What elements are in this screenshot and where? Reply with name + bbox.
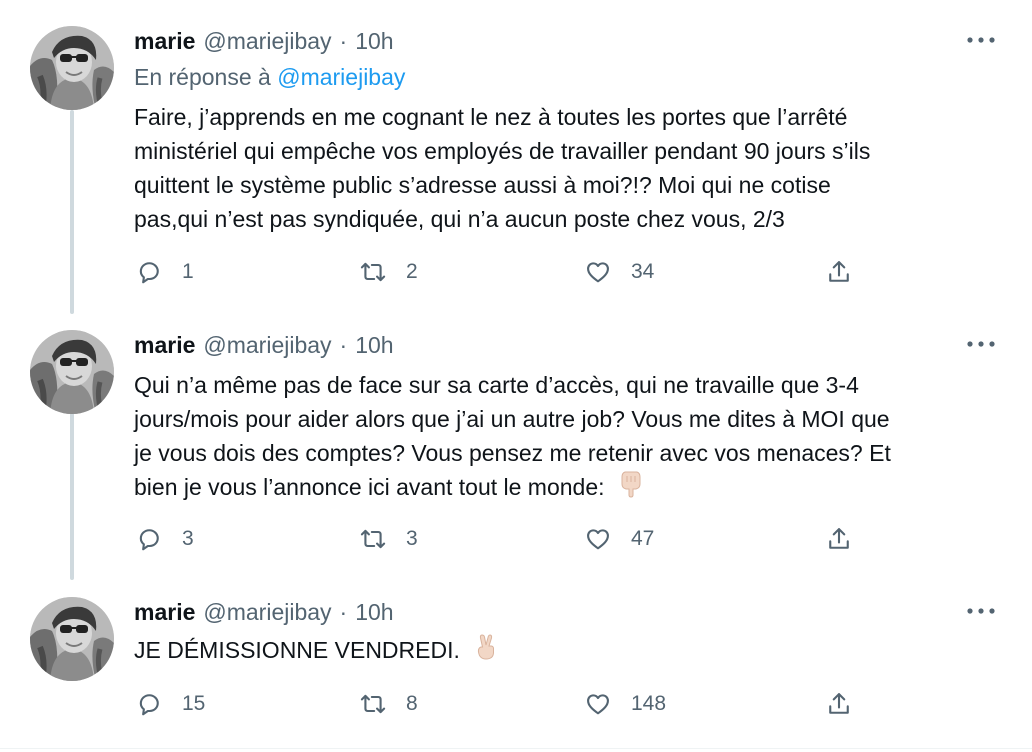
more-dots-icon[interactable]: [966, 599, 996, 623]
tweet-timestamp[interactable]: 10h: [355, 28, 393, 55]
reply-button[interactable]: 3: [134, 522, 194, 556]
like-button[interactable]: 148: [583, 687, 666, 721]
tweet-actions: 15 8 148: [134, 687, 874, 721]
reply-button[interactable]: 15: [134, 687, 205, 721]
tweet-timestamp[interactable]: 10h: [355, 332, 393, 359]
tweet-text: JE DÉMISSIONNE VENDREDI.: [134, 633, 994, 670]
reply-mention-link[interactable]: @mariejibay: [277, 64, 405, 90]
victory-hand-emoji: [474, 633, 498, 670]
retweet-icon: [358, 257, 388, 287]
share-button[interactable]: [824, 522, 854, 556]
reply-count: 15: [182, 692, 206, 715]
reply-context: En réponse à @mariejibay: [134, 64, 405, 91]
tweet-text-fragment: bien je vous l’annonce ici avant tout le…: [134, 474, 605, 500]
tweet-text: Qui n’a même pas de face sur sa carte d’…: [134, 368, 994, 507]
retweet-button[interactable]: 8: [358, 687, 418, 721]
author-handle[interactable]: @mariejibay: [203, 599, 331, 626]
author-handle[interactable]: @mariejibay: [203, 332, 331, 359]
tweet-text-line: JE DÉMISSIONNE VENDREDI.: [134, 633, 994, 670]
like-button[interactable]: 34: [583, 255, 654, 289]
tweet-header: marie @mariejibay · 10h: [134, 330, 394, 360]
reply-button[interactable]: 1: [134, 255, 194, 289]
pointing-down-emoji: [619, 470, 643, 507]
avatar[interactable]: [30, 597, 114, 681]
tweet-text-line: jours/mois pour aider alors que j’ai un …: [134, 406, 890, 432]
thread-connector-line: [70, 110, 74, 314]
separator-dot: ·: [339, 598, 348, 625]
more-dots-icon[interactable]: [966, 332, 996, 356]
avatar[interactable]: [30, 330, 114, 414]
divider: [0, 748, 1032, 749]
retweet-icon: [358, 689, 388, 719]
reply-count: 3: [182, 527, 194, 550]
retweet-button[interactable]: 3: [358, 522, 418, 556]
tweet-text-line: pas,qui n’est pas syndiquée, qui n’a auc…: [134, 206, 785, 232]
author-handle[interactable]: @mariejibay: [203, 28, 331, 55]
like-count: 34: [631, 260, 655, 283]
tweet-text-line: bien je vous l’annonce ici avant tout le…: [134, 470, 994, 507]
heart-icon: [583, 689, 613, 719]
share-icon: [824, 257, 854, 287]
reply-bubble-icon: [134, 689, 164, 719]
reply-prefix: En réponse à: [134, 64, 271, 90]
avatar[interactable]: [30, 26, 114, 110]
retweet-count: 3: [406, 527, 418, 550]
share-icon: [824, 689, 854, 719]
author-name[interactable]: marie: [134, 599, 195, 626]
tweet-text-line: quittent le système public s’adresse aus…: [134, 172, 831, 198]
share-button[interactable]: [824, 687, 854, 721]
more-dots-icon[interactable]: [966, 28, 996, 52]
reply-bubble-icon: [134, 257, 164, 287]
reply-bubble-icon: [134, 524, 164, 554]
tweet-text-fragment: JE DÉMISSIONNE VENDREDI.: [134, 637, 460, 663]
tweet-text: Faire, j’apprends en me cognant le nez à…: [134, 100, 994, 236]
share-icon: [824, 524, 854, 554]
retweet-count: 8: [406, 692, 418, 715]
heart-icon: [583, 257, 613, 287]
tweet-text-line: ministériel qui empêche vos employés de …: [134, 138, 871, 164]
tweet-header: marie @mariejibay · 10h: [134, 26, 394, 56]
author-name[interactable]: marie: [134, 332, 195, 359]
like-count: 148: [631, 692, 667, 715]
like-button[interactable]: 47: [583, 522, 654, 556]
like-count: 47: [631, 527, 655, 550]
tweet-text-line: Qui n’a même pas de face sur sa carte d’…: [134, 372, 859, 398]
retweet-icon: [358, 524, 388, 554]
tweet-header: marie @mariejibay · 10h: [134, 597, 394, 627]
tweet-text-line: Faire, j’apprends en me cognant le nez à…: [134, 104, 848, 130]
tweet-text-line: je vous dois des comptes? Vous pensez me…: [134, 440, 891, 466]
tweet-actions: 3 3 47: [134, 522, 874, 556]
tweet-timestamp[interactable]: 10h: [355, 599, 393, 626]
retweet-count: 2: [406, 260, 418, 283]
retweet-button[interactable]: 2: [358, 255, 418, 289]
separator-dot: ·: [339, 27, 348, 54]
separator-dot: ·: [339, 331, 348, 358]
author-name[interactable]: marie: [134, 28, 195, 55]
tweet-thread: marie @mariejibay · 10h En réponse à @ma…: [0, 0, 1032, 752]
thread-connector-line: [70, 412, 74, 580]
share-button[interactable]: [824, 255, 854, 289]
tweet-actions: 1 2 34: [134, 255, 874, 289]
reply-count: 1: [182, 260, 194, 283]
heart-icon: [583, 524, 613, 554]
